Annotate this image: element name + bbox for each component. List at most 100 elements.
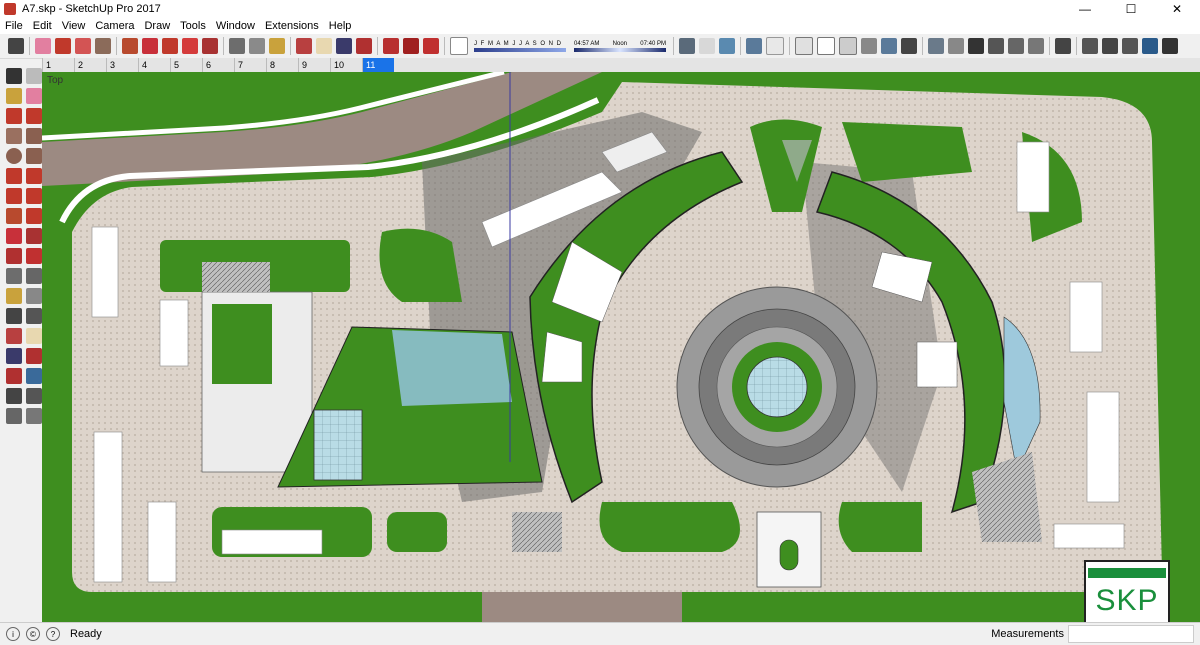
minimize-button[interactable]: — (1062, 0, 1108, 18)
follow-me-icon[interactable] (26, 228, 42, 244)
zoom-extents-icon[interactable] (356, 38, 372, 54)
top-view-icon[interactable] (766, 37, 784, 55)
menu-file[interactable]: File (0, 20, 28, 32)
walk-icon[interactable] (6, 408, 22, 424)
solid-intersect-icon[interactable] (1142, 38, 1158, 54)
textured-icon[interactable] (881, 38, 897, 54)
dimension-icon[interactable] (26, 268, 42, 284)
move-icon[interactable] (6, 208, 22, 224)
right-view-icon[interactable] (948, 38, 964, 54)
menu-view[interactable]: View (57, 20, 91, 32)
eraser-icon[interactable] (26, 88, 42, 104)
orbit-icon[interactable] (6, 328, 22, 344)
wireframe-icon[interactable] (817, 37, 835, 55)
line-icon[interactable] (6, 108, 22, 124)
left-view-icon[interactable] (1008, 38, 1024, 54)
orbit-icon[interactable] (296, 38, 312, 54)
pan-icon[interactable] (26, 328, 42, 344)
iso-view-icon[interactable] (746, 38, 762, 54)
push-pull-icon[interactable] (26, 208, 42, 224)
scene-tab-1[interactable]: 1 (42, 58, 74, 72)
paint-icon[interactable] (95, 38, 111, 54)
menu-window[interactable]: Window (211, 20, 260, 32)
text-icon[interactable] (26, 288, 42, 304)
scene-tab-4[interactable]: 4 (138, 58, 170, 72)
menu-tools[interactable]: Tools (175, 20, 211, 32)
two-point-arc-icon[interactable] (26, 168, 42, 184)
protractor-icon[interactable] (6, 288, 22, 304)
rotate-icon[interactable] (6, 228, 22, 244)
circle-icon[interactable] (6, 148, 22, 164)
scene-tab-6[interactable]: 6 (202, 58, 234, 72)
warehouse-icon[interactable] (383, 38, 399, 54)
house-icon[interactable] (968, 38, 984, 54)
push-pull-icon[interactable] (122, 38, 138, 54)
scene-tab-8[interactable]: 8 (266, 58, 298, 72)
polygon-icon[interactable] (26, 148, 42, 164)
geo-location-icon[interactable]: i (6, 627, 20, 641)
rotated-rectangle-icon[interactable] (26, 128, 42, 144)
xray-icon[interactable] (795, 37, 813, 55)
scene-tab-5[interactable]: 5 (170, 58, 202, 72)
three-point-arc-icon[interactable] (6, 188, 22, 204)
back-view-icon[interactable] (988, 38, 1004, 54)
time-slider[interactable] (574, 47, 666, 52)
freehand-icon[interactable] (26, 108, 42, 124)
drawing-canvas[interactable]: Top (42, 72, 1200, 622)
axes-icon[interactable] (6, 308, 22, 324)
arc-icon[interactable] (6, 168, 22, 184)
maximize-button[interactable]: ☐ (1108, 0, 1154, 18)
tape-measure-icon[interactable] (6, 268, 22, 284)
rotate-icon[interactable] (142, 38, 158, 54)
zoom-icon[interactable] (6, 348, 22, 364)
3d-text-icon[interactable] (26, 308, 42, 324)
credits-icon[interactable]: © (26, 627, 40, 641)
select-icon[interactable] (8, 38, 24, 54)
zoom-window-icon[interactable] (26, 348, 42, 364)
section-icon[interactable] (699, 38, 715, 54)
section-plane-icon[interactable] (26, 408, 42, 424)
select-icon[interactable] (6, 68, 22, 84)
bottom-view-icon[interactable] (1028, 38, 1044, 54)
position-camera-icon[interactable] (6, 388, 22, 404)
zoom-icon[interactable] (336, 38, 352, 54)
scene-tab-7[interactable]: 7 (234, 58, 266, 72)
pan-icon[interactable] (316, 38, 332, 54)
zoom-extents-icon[interactable] (6, 368, 22, 384)
extension-manager-icon[interactable] (423, 38, 439, 54)
shadow-toggle-icon[interactable] (450, 37, 468, 55)
measurements-input[interactable] (1068, 625, 1194, 643)
make-component-icon[interactable] (26, 68, 42, 84)
offset-icon[interactable] (202, 38, 218, 54)
close-button[interactable]: ✕ (1154, 0, 1200, 18)
paint-bucket-icon[interactable] (6, 88, 22, 104)
look-around-icon[interactable] (26, 388, 42, 404)
scene-tab-11[interactable]: 11 (362, 58, 394, 72)
menu-help[interactable]: Help (324, 20, 357, 32)
menu-draw[interactable]: Draw (139, 20, 175, 32)
scale-icon[interactable] (182, 38, 198, 54)
scene-tab-9[interactable]: 9 (298, 58, 330, 72)
front-view-icon[interactable] (928, 38, 944, 54)
month-slider[interactable] (474, 47, 566, 52)
solid-union-icon[interactable] (1102, 38, 1118, 54)
scene-tab-3[interactable]: 3 (106, 58, 138, 72)
paint-bucket-icon[interactable] (269, 38, 285, 54)
solid-subtract-icon[interactable] (1122, 38, 1138, 54)
user-icon[interactable]: ? (46, 627, 60, 641)
tape-measure-icon[interactable] (229, 38, 245, 54)
scene-tab-2[interactable]: 2 (74, 58, 106, 72)
axes-icon[interactable] (719, 38, 735, 54)
monochrome-icon[interactable] (901, 38, 917, 54)
pie-icon[interactable] (26, 188, 42, 204)
hidden-line-icon[interactable] (839, 37, 857, 55)
eraser-icon[interactable] (35, 38, 51, 54)
rectangle-icon[interactable] (6, 128, 22, 144)
solid-trim-icon[interactable] (1162, 38, 1178, 54)
shapes-icon[interactable] (75, 38, 91, 54)
text-icon[interactable] (249, 38, 265, 54)
menu-camera[interactable]: Camera (90, 20, 139, 32)
shaded-icon[interactable] (861, 38, 877, 54)
group-icon[interactable] (1082, 38, 1098, 54)
previous-view-icon[interactable] (26, 368, 42, 384)
